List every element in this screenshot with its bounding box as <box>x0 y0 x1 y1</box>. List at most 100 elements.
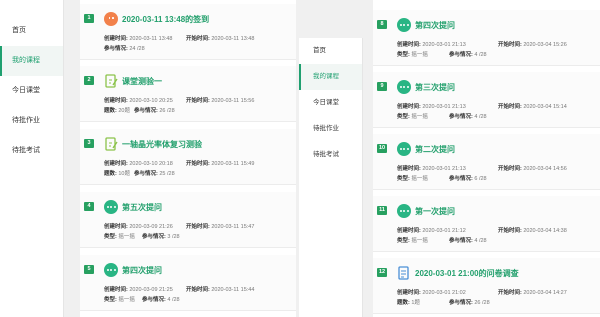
activity-number-badge: 1 <box>84 14 94 23</box>
activity-card[interactable]: 11 第一次提问 创建时间: 2020-03-01 21:12 开始时间: 20… <box>373 196 600 252</box>
started-value: 2020-03-04 15:26 <box>523 42 567 48</box>
activity-meta-row: 类型: 摇一摇 参与情况: 4 /28 <box>397 50 487 58</box>
sidebar-item-today-class[interactable]: 今日课堂 <box>0 76 63 106</box>
sign-in-icon <box>104 12 118 26</box>
activity-number-badge: 2 <box>84 76 94 85</box>
participation-value: 4 /28 <box>167 297 180 303</box>
participation-value: 26 /28 <box>159 108 175 114</box>
activity-feed-left: 1 2020-03-11 13:48的签到 创建时间: 2020-03-11 1… <box>80 0 296 317</box>
type-value: 摇一摇 <box>118 234 135 240</box>
participation-value: 4 /28 <box>474 114 487 120</box>
participation-value: 26 /28 <box>474 300 490 306</box>
activity-card[interactable]: 12 2020-03-01 21:00的问卷调查 创建时间: 2020-03-0… <box>373 258 600 314</box>
activity-title[interactable]: 第三次提问 <box>415 82 455 93</box>
activity-number-badge: 4 <box>84 202 94 211</box>
quiz-icon <box>104 74 118 88</box>
started-label: 开始时间: <box>498 166 522 172</box>
activity-card[interactable]: 4 第五次提问 创建时间: 2020-03-09 21:26 开始时间: 202… <box>80 192 296 248</box>
activity-card[interactable]: 1 2020-03-11 13:48的签到 创建时间: 2020-03-11 1… <box>80 4 296 60</box>
activity-meta-row: 类型: 摇一摇 参与情况: 3 /28 <box>104 232 180 240</box>
secondary-sidebar: 首页 我的课程 今日课堂 待批作业 待批考试 <box>299 38 363 317</box>
started-value: 2020-03-04 14:56 <box>523 166 567 172</box>
created-value: 2020-03-09 21:26 <box>129 224 173 230</box>
started-label: 开始时间: <box>186 161 210 167</box>
activity-title[interactable]: 一轴晶光率体复习测验 <box>122 139 202 150</box>
started-label: 开始时间: <box>498 42 522 48</box>
activity-card[interactable]: 2 课堂测验一 创建时间: 2020-03-10 20:25 开始时间: 202… <box>80 66 296 122</box>
activity-feed-right: 8 第四次提问 创建时间: 2020-03-01 21:13 开始时间: 202… <box>373 0 600 317</box>
started-label: 开始时间: <box>498 290 522 296</box>
participation-label: 参与情况: <box>449 52 473 58</box>
started-label: 开始时间: <box>498 228 522 234</box>
question-count-label: 题数: <box>104 171 117 177</box>
discussion-icon <box>104 263 118 277</box>
left-sidebar: 首页 我的课程 今日课堂 待批作业 待批考试 <box>0 0 64 317</box>
participation-label: 参与情况: <box>142 234 166 240</box>
activity-meta-row: 创建时间: 2020-03-01 21:13 开始时间: 2020-03-04 … <box>397 102 567 110</box>
created-label: 创建时间: <box>397 42 421 48</box>
activity-card[interactable]: 3 一轴晶光率体复习测验 创建时间: 2020-03-10 20:18 开始时间… <box>80 129 296 185</box>
activity-card[interactable]: 8 第四次提问 创建时间: 2020-03-01 21:13 开始时间: 202… <box>373 10 600 66</box>
activity-meta-row: 创建时间: 2020-03-01 21:13 开始时间: 2020-03-04 … <box>397 40 567 48</box>
activity-number-badge: 3 <box>84 139 94 148</box>
screenshot-root: 首页 我的课程 今日课堂 待批作业 待批考试 1 2020-03-11 13:4… <box>0 0 600 317</box>
sidebar-item-pending-homework[interactable]: 待批作业 <box>299 116 362 142</box>
participation-label: 参与情况: <box>142 297 166 303</box>
sidebar-item-my-courses[interactable]: 我的课程 <box>0 46 63 76</box>
sidebar-item-home[interactable]: 首页 <box>0 16 63 46</box>
activity-card[interactable]: 5 第四次提问 创建时间: 2020-03-09 21:25 开始时间: 202… <box>80 255 296 311</box>
participation-label: 参与情况: <box>449 114 473 120</box>
discussion-icon <box>397 18 411 32</box>
sidebar-item-pending-exams[interactable]: 待批考试 <box>299 142 362 168</box>
created-label: 创建时间: <box>104 161 128 167</box>
participation-label: 参与情况: <box>449 238 473 244</box>
participation-value: 4 /28 <box>474 238 487 244</box>
question-count-label: 题数: <box>397 300 410 306</box>
question-count-value: 1题 <box>411 300 420 306</box>
discussion-icon <box>104 200 118 214</box>
activity-title[interactable]: 第四次提问 <box>415 20 455 31</box>
started-value: 2020-03-04 15:14 <box>523 104 567 110</box>
created-label: 创建时间: <box>397 228 421 234</box>
activity-title[interactable]: 2020-03-01 21:00的问卷调查 <box>415 268 519 279</box>
discussion-icon <box>397 80 411 94</box>
type-value: 摇一摇 <box>118 297 135 303</box>
activity-title[interactable]: 第二次提问 <box>415 144 455 155</box>
sidebar-item-home[interactable]: 首页 <box>299 38 362 64</box>
activity-meta-row: 创建时间: 2020-03-10 20:25 开始时间: 2020-03-11 … <box>104 96 254 104</box>
sidebar-item-pending-exams[interactable]: 待批考试 <box>0 136 63 166</box>
activity-title[interactable]: 第四次提问 <box>122 265 162 276</box>
participation-value: 25 /28 <box>159 171 175 177</box>
type-label: 类型: <box>397 176 410 182</box>
activity-title[interactable]: 课堂测验一 <box>122 76 162 87</box>
type-label: 类型: <box>104 297 117 303</box>
activity-number-badge: 11 <box>377 206 387 215</box>
started-label: 开始时间: <box>186 224 210 230</box>
activity-meta-row: 创建时间: 2020-03-09 21:25 开始时间: 2020-03-11 … <box>104 285 254 293</box>
question-count-value: 20题 <box>118 108 130 114</box>
sidebar-item-my-courses[interactable]: 我的课程 <box>299 64 362 90</box>
quiz-icon <box>104 137 118 151</box>
activity-title[interactable]: 第五次提问 <box>122 202 162 213</box>
started-value: 2020-03-04 14:27 <box>523 290 567 296</box>
created-label: 创建时间: <box>397 104 421 110</box>
activity-card[interactable]: 9 第三次提问 创建时间: 2020-03-01 21:13 开始时间: 202… <box>373 72 600 128</box>
type-value: 摇一摇 <box>411 176 428 182</box>
sidebar-item-pending-homework[interactable]: 待批作业 <box>0 106 63 136</box>
started-label: 开始时间: <box>498 104 522 110</box>
started-value: 2020-03-11 15:44 <box>211 287 255 293</box>
activity-meta-row: 创建时间: 2020-03-09 21:26 开始时间: 2020-03-11 … <box>104 222 254 230</box>
activity-title[interactable]: 2020-03-11 13:48的签到 <box>122 14 209 25</box>
participation-label: 参与情况: <box>134 171 158 177</box>
participation-value: 24 /28 <box>129 46 145 52</box>
participation-label: 参与情况: <box>449 176 473 182</box>
created-value: 2020-03-01 21:13 <box>422 104 466 110</box>
type-value: 摇一摇 <box>411 238 428 244</box>
started-value: 2020-03-11 13:48 <box>211 36 255 42</box>
activity-meta-row: 题数: 1题 参与情况: 26 /28 <box>397 298 490 306</box>
sidebar-item-today-class[interactable]: 今日课堂 <box>299 90 362 116</box>
activity-title[interactable]: 第一次提问 <box>415 206 455 217</box>
created-value: 2020-03-01 21:12 <box>422 228 466 234</box>
activity-card[interactable]: 10 第二次提问 创建时间: 2020-03-01 21:13 开始时间: 20… <box>373 134 600 190</box>
created-value: 2020-03-01 21:13 <box>422 42 466 48</box>
